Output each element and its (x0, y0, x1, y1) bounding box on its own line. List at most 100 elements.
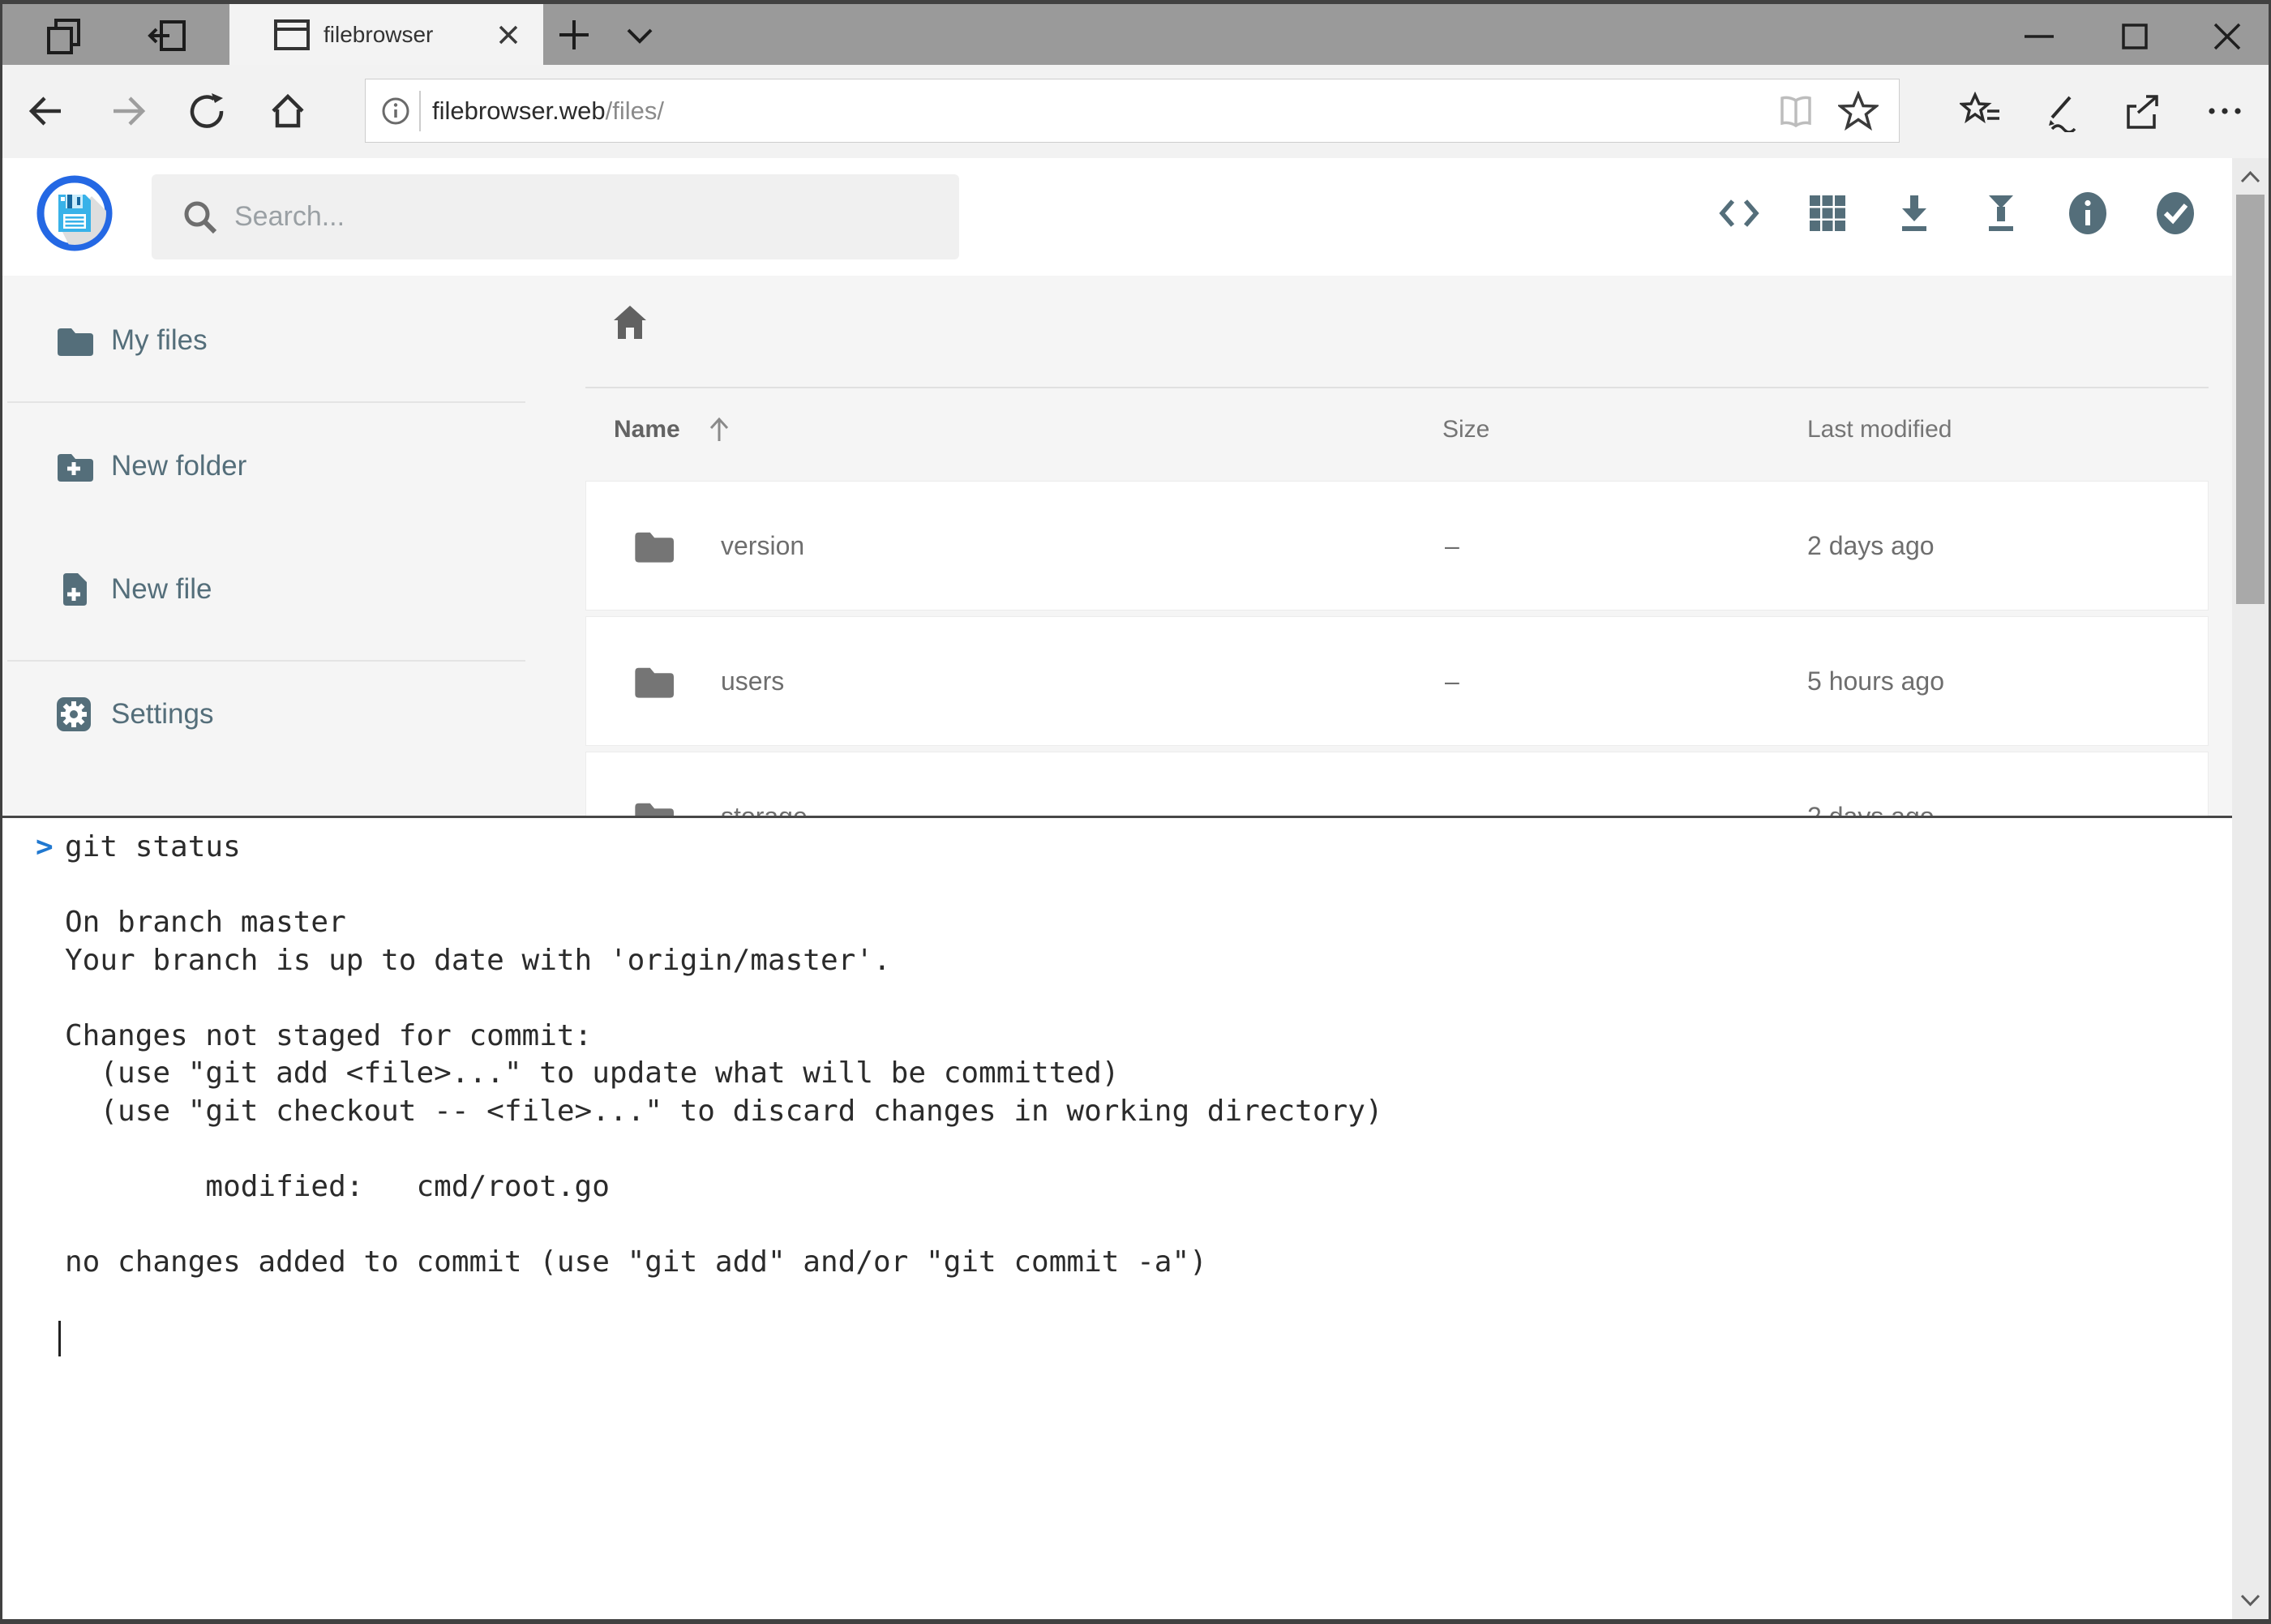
maximize-button[interactable] (2117, 19, 2153, 54)
browser-toolbar: filebrowser.web/files/ (2, 65, 2269, 158)
search-icon (181, 198, 220, 237)
close-window-button[interactable] (2209, 19, 2245, 54)
tab-filebrowser[interactable]: filebrowser (229, 4, 543, 65)
terminal-line: On branch master (65, 904, 2232, 942)
share-button[interactable] (2122, 92, 2161, 131)
chevron-down-icon (622, 22, 658, 49)
file-info-button[interactable] (2065, 191, 2110, 236)
download-button[interactable] (1892, 191, 1937, 236)
terminal-panel[interactable]: >git status On branch master Your branch… (2, 816, 2232, 1619)
plus-icon (556, 17, 592, 53)
forward-arrow-icon (109, 92, 148, 131)
folder-plus-icon (54, 447, 93, 486)
annotate-button[interactable] (2041, 92, 2080, 131)
chevron-down-icon (2235, 1585, 2265, 1615)
chevron-up-icon (2235, 163, 2265, 193)
file-row-users[interactable]: users – 5 hours ago (585, 616, 2209, 746)
address-divider (419, 91, 421, 131)
minimize-button[interactable] (2021, 19, 2057, 54)
home-breadcrumb-icon (611, 303, 649, 342)
folder-icon (632, 525, 674, 567)
page-scrollbar[interactable] (2232, 158, 2269, 1619)
file-name: storage (721, 752, 808, 816)
raw-editor-button[interactable] (1716, 191, 1762, 236)
grid-view-icon (1805, 191, 1850, 236)
file-size: – (1445, 482, 1459, 610)
sidebar-item-new-folder[interactable]: New folder (2, 427, 525, 505)
reading-view-icon[interactable] (1776, 92, 1815, 131)
file-modified: 2 days ago (1807, 482, 1935, 610)
address-bar[interactable]: filebrowser.web/files/ (365, 79, 1900, 143)
column-header-modified[interactable]: Last modified (1807, 412, 1952, 448)
home-icon (268, 92, 307, 131)
search-input[interactable] (233, 174, 930, 259)
tab-page-icon (273, 16, 311, 54)
tab-preview-button[interactable] (41, 12, 87, 58)
select-multiple-button[interactable] (2153, 191, 2198, 236)
terminal-line: (use "git checkout -- <file>..." to disc… (65, 1093, 2232, 1131)
stacked-tabs-icon (41, 12, 87, 58)
url-path: /files/ (606, 96, 664, 125)
sidebar-item-new-file[interactable]: New file (2, 551, 525, 628)
back-arrow-icon (27, 92, 66, 131)
listing-divider (585, 387, 2209, 388)
terminal-command-line: >git status (65, 829, 2232, 867)
scroll-up-button[interactable] (2235, 163, 2265, 193)
terminal-line (65, 1206, 2232, 1244)
switch-view-button[interactable] (1805, 191, 1850, 236)
scrollbar-thumb[interactable] (2236, 195, 2265, 604)
new-tab-button[interactable] (556, 17, 592, 53)
tab-list-dropdown[interactable] (622, 22, 658, 49)
folder-icon (632, 660, 674, 702)
terminal-line (65, 1281, 2232, 1319)
sidebar-item-label: New file (111, 551, 212, 628)
set-aside-icon (145, 12, 191, 58)
upload-button[interactable] (1978, 191, 2024, 236)
refresh-icon (187, 92, 226, 131)
terminal-line: no changes added to commit (use "git add… (65, 1244, 2232, 1282)
sidebar-item-label: My files (111, 302, 208, 379)
file-row-version[interactable]: version – 2 days ago (585, 481, 2209, 611)
terminal-line: modified: cmd/root.go (65, 1168, 2232, 1206)
ellipsis-icon (2205, 92, 2243, 131)
upload-icon (1978, 191, 2024, 236)
home-button[interactable] (268, 92, 307, 131)
filebrowser-body: My files New folder New file Sett (2, 276, 2232, 816)
sidebar-item-my-files[interactable]: My files (2, 302, 525, 379)
terminal-line: Your branch is up to date with 'origin/m… (65, 942, 2232, 980)
folder-icon (54, 321, 93, 360)
minimize-icon (2021, 19, 2057, 54)
file-modified: 2 days ago (1807, 752, 1935, 816)
settings-menu-button[interactable] (2205, 92, 2243, 131)
info-circle-icon (2065, 191, 2110, 236)
sidebar-divider (7, 401, 525, 403)
favorites-hub-button[interactable] (1960, 92, 1999, 131)
back-button[interactable] (27, 92, 66, 131)
file-modified: 5 hours ago (1807, 617, 1944, 745)
pen-icon (2041, 92, 2080, 132)
forward-button[interactable] (109, 92, 148, 131)
prompt-chevron-icon: > (36, 829, 54, 867)
code-icon (1716, 191, 1762, 236)
file-row-storage[interactable]: storage – 2 days ago (585, 752, 2209, 816)
folder-icon (632, 795, 674, 816)
favorite-star-icon[interactable] (1838, 91, 1879, 131)
sidebar-item-label: New folder (111, 427, 246, 505)
set-tabs-aside-button[interactable] (145, 12, 191, 58)
terminal-line (65, 867, 2232, 905)
sidebar-divider (7, 660, 525, 662)
terminal-line: (use "git add <file>..." to update what … (65, 1055, 2232, 1093)
text-cursor-icon (58, 1321, 61, 1356)
refresh-button[interactable] (187, 92, 226, 131)
column-header-name[interactable]: Name (614, 412, 680, 448)
tab-close-icon[interactable] (494, 20, 523, 49)
scroll-down-button[interactable] (2235, 1585, 2265, 1615)
star-list-icon (1960, 92, 1999, 131)
sidebar-item-settings[interactable]: Settings (2, 675, 525, 753)
breadcrumb-home-button[interactable] (611, 303, 649, 342)
file-name: version (721, 482, 804, 610)
terminal-command: git status (65, 830, 241, 863)
site-info-icon[interactable] (380, 96, 411, 126)
search-box[interactable] (152, 174, 959, 259)
column-header-size[interactable]: Size (1442, 412, 1489, 448)
